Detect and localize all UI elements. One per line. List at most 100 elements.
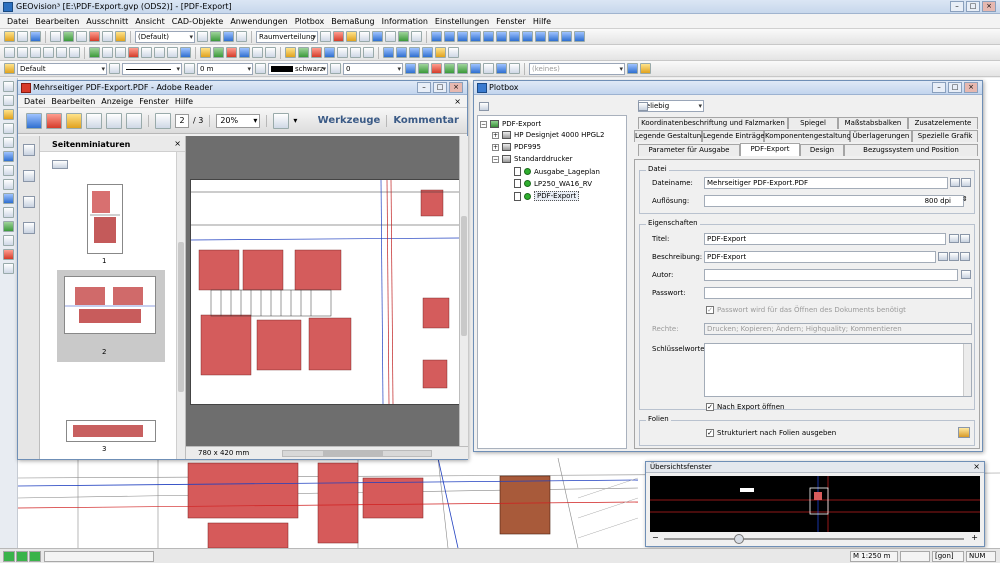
prop-d-icon[interactable] <box>444 63 455 74</box>
prop-b-icon[interactable] <box>418 63 429 74</box>
page-number-input[interactable]: 2 <box>175 113 189 128</box>
layer-filter-icon[interactable] <box>236 31 247 42</box>
adobe-menu-fenster[interactable]: Fenster <box>139 97 169 106</box>
nach-export-checkbox[interactable]: ✓ Nach Export öffnen <box>706 403 784 411</box>
tool-j-icon[interactable] <box>548 31 559 42</box>
tab-legende-eintraege[interactable]: Legende Einträge <box>702 130 765 142</box>
adobe-menu-anzeige[interactable]: Anzeige <box>101 97 133 106</box>
attr-a-icon[interactable] <box>285 47 296 58</box>
tab-design[interactable]: Design <box>800 144 844 156</box>
tab-spezielle-grafik[interactable]: Spezielle Grafik <box>912 130 978 142</box>
titel-pick-icon[interactable] <box>960 234 970 243</box>
tool-a-icon[interactable] <box>431 31 442 42</box>
draw-polyline-icon[interactable] <box>17 47 28 58</box>
grid-icon[interactable] <box>372 31 383 42</box>
prop-h-icon[interactable] <box>496 63 507 74</box>
frame-red-icon[interactable] <box>333 31 344 42</box>
thumbnail-page-3[interactable] <box>66 420 156 442</box>
linetype-combo[interactable] <box>122 62 182 75</box>
thumbnails-scrollbar[interactable] <box>176 152 185 459</box>
attr-e-icon[interactable] <box>337 47 348 58</box>
snap-d-icon[interactable] <box>422 47 433 58</box>
pdf-v-scroll-thumb[interactable] <box>461 216 467 336</box>
maximize-button[interactable]: □ <box>966 1 980 12</box>
rechte-select[interactable]: Drucken; Kopieren; Ändern; Highquality; … <box>704 323 972 335</box>
titel-input[interactable]: PDF-Export <box>704 233 946 245</box>
tool-h-icon[interactable] <box>522 31 533 42</box>
tool-e-icon[interactable] <box>483 31 494 42</box>
prop-k-icon[interactable] <box>640 63 651 74</box>
snap-b-icon[interactable] <box>396 47 407 58</box>
schluesselworte-textarea[interactable] <box>704 343 972 397</box>
schluesselworte-scrollbar[interactable] <box>963 344 971 396</box>
autor-input[interactable] <box>704 269 958 281</box>
plotbox-preview-icon[interactable] <box>479 101 489 111</box>
dateiname-input[interactable]: Mehrseitiger PDF-Export.PDF <box>704 177 948 189</box>
left-tool-5-icon[interactable] <box>3 137 14 148</box>
tree-job-ausgabe[interactable]: Ausgabe_Lageplan <box>514 167 600 176</box>
symbol-icon[interactable] <box>102 47 113 58</box>
titel-edit-icon[interactable] <box>949 234 959 243</box>
rotate-icon[interactable] <box>154 47 165 58</box>
left-tool-11-icon[interactable] <box>3 221 14 232</box>
toolbar-more-icon[interactable]: ▾ <box>293 116 297 125</box>
email-icon[interactable] <box>126 112 142 129</box>
passwort-oeffnen-checkbox[interactable]: ✓ Passwort wird für das Öffnen des Dokume… <box>706 306 906 314</box>
beschreibung-pick-icon[interactable] <box>960 252 970 261</box>
tab-ueberlagerungen[interactable]: Überlagerungen <box>850 130 912 142</box>
measure-icon[interactable] <box>359 31 370 42</box>
attr-f-icon[interactable] <box>350 47 361 58</box>
thumbnails-scroll-thumb[interactable] <box>178 242 184 392</box>
prop-a-icon[interactable] <box>405 63 416 74</box>
left-tool-13-icon[interactable] <box>3 249 14 260</box>
autor-user-icon[interactable] <box>961 270 971 279</box>
snap-c-icon[interactable] <box>409 47 420 58</box>
zoom-icon[interactable] <box>411 31 422 42</box>
props-settings-icon[interactable] <box>638 101 648 111</box>
dimension-icon[interactable] <box>128 47 139 58</box>
color-icon[interactable] <box>330 63 341 74</box>
prop-i-icon[interactable] <box>509 63 520 74</box>
save-icon[interactable] <box>30 31 41 42</box>
mirror-icon[interactable] <box>180 47 191 58</box>
tab-spiegel[interactable]: Spiegel <box>788 117 838 129</box>
draw-point-icon[interactable] <box>56 47 67 58</box>
color-combo[interactable]: schwarz <box>268 62 328 75</box>
plotbox-close-button[interactable]: × <box>964 82 978 93</box>
layer-lock-icon[interactable] <box>223 31 234 42</box>
menu-ausschnitt[interactable]: Ausschnitt <box>86 17 128 26</box>
page-thumbnails-icon[interactable] <box>23 144 35 156</box>
pdf-h-scroll-thumb[interactable] <box>323 451 383 456</box>
menu-hilfe[interactable]: Hilfe <box>533 17 551 26</box>
menu-bemassung[interactable]: Bemaßung <box>331 17 374 26</box>
edit-c-icon[interactable] <box>226 47 237 58</box>
snap-icon[interactable] <box>320 31 331 42</box>
tool-f-icon[interactable] <box>496 31 507 42</box>
tree-printer-pdf995[interactable]: + PDF995 <box>492 143 541 151</box>
folien-icon[interactable] <box>958 427 970 438</box>
tree-printer-standard[interactable]: − Standarddrucker <box>492 155 572 163</box>
attr-c-icon[interactable] <box>311 47 322 58</box>
overview-slider-thumb[interactable] <box>734 534 744 544</box>
minimize-button[interactable]: – <box>950 1 964 12</box>
tab-parameter-ausgabe[interactable]: Parameter für Ausgabe <box>638 144 740 156</box>
draw-arc-icon[interactable] <box>30 47 41 58</box>
menu-datei[interactable]: Datei <box>7 17 28 26</box>
tree-root[interactable]: − PDF-Export <box>480 120 541 128</box>
style-combo[interactable]: Default <box>17 62 107 75</box>
tree-job-pdf-export[interactable]: PDF-Export <box>514 191 580 201</box>
delete-icon[interactable] <box>89 31 100 42</box>
tab-legende-gestaltung[interactable]: Legende Gestaltung <box>634 130 706 142</box>
snap-a-icon[interactable] <box>383 47 394 58</box>
edit-b-icon[interactable] <box>213 47 224 58</box>
beschreibung-info-icon[interactable] <box>938 252 948 261</box>
tab-pdf-export[interactable]: PDF-Export <box>740 143 800 156</box>
redraw-icon[interactable] <box>398 31 409 42</box>
left-tool-4-icon[interactable] <box>3 123 14 134</box>
thumbnails-close-icon[interactable]: × <box>174 139 181 148</box>
cut-icon[interactable] <box>102 31 113 42</box>
dateiname-browse-icon[interactable] <box>950 178 960 187</box>
tab-koordinatenbeschriftung[interactable]: Koordinatenbeschriftung und Falzmarken <box>638 117 788 129</box>
plotbox-maximize-button[interactable]: □ <box>948 82 962 93</box>
tab-zusatzelemente[interactable]: Zusatzelemente <box>908 117 978 129</box>
